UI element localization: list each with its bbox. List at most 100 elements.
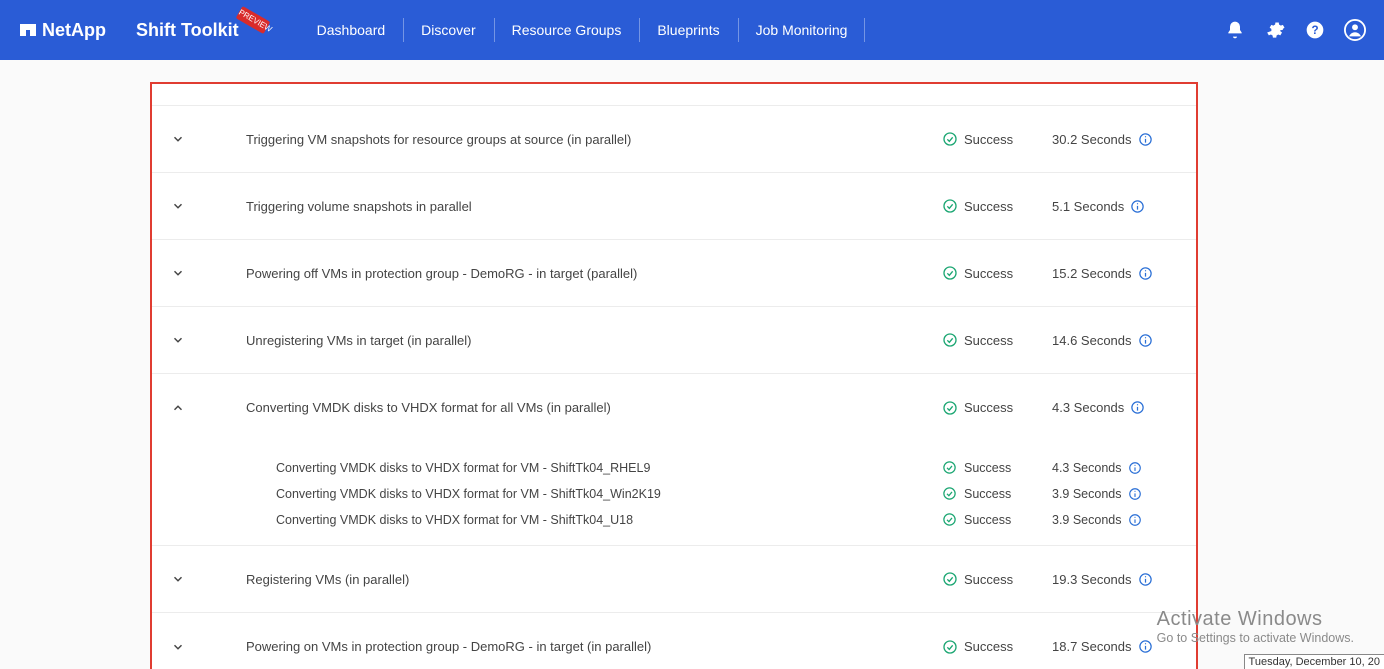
duration-text: 5.1 Seconds — [1052, 199, 1124, 214]
chevron-down-icon[interactable] — [168, 199, 188, 213]
substep-status: Success — [942, 460, 1052, 476]
status-text: Success — [964, 333, 1013, 348]
status-text: Success — [964, 513, 1011, 527]
check-circle-icon — [942, 571, 958, 587]
sub-step-group: Converting VMDK disks to VHDX format for… — [152, 441, 1196, 546]
check-circle-icon — [942, 460, 958, 476]
table-row: Converting VMDK disks to VHDX format for… — [152, 507, 1196, 533]
info-icon[interactable] — [1138, 266, 1153, 281]
bell-icon[interactable] — [1224, 19, 1246, 41]
table-row[interactable]: Converting VMDK disks to VHDX format for… — [152, 374, 1196, 441]
status-text: Success — [964, 487, 1011, 501]
help-icon[interactable]: ? — [1304, 19, 1326, 41]
step-label: Triggering VM snapshots for resource gro… — [188, 132, 942, 147]
system-clock-tooltip: Tuesday, December 10, 20 — [1244, 654, 1384, 669]
check-circle-icon — [942, 486, 958, 502]
step-status: Success — [942, 400, 1052, 416]
duration-text: 3.9 Seconds — [1052, 513, 1122, 527]
top-navigation: NetApp Shift Toolkit PREVIEW Dashboard D… — [0, 0, 1384, 60]
substep-label: Converting VMDK disks to VHDX format for… — [188, 487, 942, 501]
step-label: Registering VMs (in parallel) — [188, 572, 942, 587]
substep-label: Converting VMDK disks to VHDX format for… — [188, 461, 942, 475]
info-icon[interactable] — [1128, 487, 1143, 502]
user-icon[interactable] — [1344, 19, 1366, 41]
info-icon[interactable] — [1138, 639, 1153, 654]
duration-text: 4.3 Seconds — [1052, 461, 1122, 475]
info-icon[interactable] — [1130, 199, 1145, 214]
chevron-down-icon[interactable] — [168, 266, 188, 280]
nav-discover[interactable]: Discover — [403, 0, 493, 60]
status-text: Success — [964, 400, 1013, 415]
nav-job-monitoring[interactable]: Job Monitoring — [738, 0, 866, 60]
info-icon[interactable] — [1130, 400, 1145, 415]
table-row — [152, 84, 1196, 106]
company-name: NetApp — [42, 20, 106, 41]
gear-icon[interactable] — [1264, 19, 1286, 41]
nav-label: Dashboard — [317, 22, 386, 38]
step-label: Converting VMDK disks to VHDX format for… — [188, 400, 942, 415]
info-icon[interactable] — [1128, 513, 1143, 528]
step-status: Success — [942, 332, 1052, 348]
step-duration: 14.6 Seconds — [1052, 333, 1182, 348]
info-icon[interactable] — [1128, 461, 1143, 476]
table-row[interactable]: Powering on VMs in protection group - De… — [152, 613, 1196, 669]
step-duration: 4.3 Seconds — [1052, 400, 1182, 415]
check-circle-icon — [942, 512, 958, 528]
step-duration: 15.2 Seconds — [1052, 266, 1182, 281]
step-status: Success — [942, 198, 1052, 214]
status-text: Success — [964, 639, 1013, 654]
app-title-block: Shift Toolkit PREVIEW — [136, 20, 271, 41]
nav-label: Job Monitoring — [756, 22, 848, 38]
nav-dashboard[interactable]: Dashboard — [299, 0, 404, 60]
table-row[interactable]: Triggering volume snapshots in parallel … — [152, 173, 1196, 240]
table-row: Converting VMDK disks to VHDX format for… — [152, 455, 1196, 481]
duration-text: 19.3 Seconds — [1052, 572, 1132, 587]
nav-resource-groups[interactable]: Resource Groups — [494, 0, 640, 60]
substep-duration: 3.9 Seconds — [1052, 487, 1182, 502]
step-label: Triggering volume snapshots in parallel — [188, 199, 942, 214]
chevron-up-icon[interactable] — [168, 401, 188, 415]
preview-badge: PREVIEW — [235, 6, 270, 34]
brand-block: NetApp — [20, 20, 106, 41]
step-status: Success — [942, 571, 1052, 587]
nav-label: Resource Groups — [512, 22, 622, 38]
primary-nav: Dashboard Discover Resource Groups Bluep… — [299, 0, 866, 60]
top-right-icons: ? — [1224, 19, 1366, 41]
status-text: Success — [964, 461, 1011, 475]
step-duration: 18.7 Seconds — [1052, 639, 1182, 654]
svg-text:?: ? — [1311, 24, 1318, 37]
substep-status: Success — [942, 486, 1052, 502]
content-area: Triggering VM snapshots for resource gro… — [0, 60, 1384, 669]
table-row[interactable]: Powering off VMs in protection group - D… — [152, 240, 1196, 307]
step-status: Success — [942, 639, 1052, 655]
chevron-down-icon[interactable] — [168, 572, 188, 586]
status-text: Success — [964, 572, 1013, 587]
info-icon[interactable] — [1138, 333, 1153, 348]
duration-text: 15.2 Seconds — [1052, 266, 1132, 281]
check-circle-icon — [942, 332, 958, 348]
check-circle-icon — [942, 400, 958, 416]
info-icon[interactable] — [1138, 572, 1153, 587]
info-icon[interactable] — [1138, 132, 1153, 147]
nav-label: Discover — [421, 22, 475, 38]
step-duration: 30.2 Seconds — [1052, 132, 1182, 147]
chevron-down-icon[interactable] — [168, 640, 188, 654]
duration-text: 18.7 Seconds — [1052, 639, 1132, 654]
nav-blueprints[interactable]: Blueprints — [639, 0, 737, 60]
status-text: Success — [964, 199, 1013, 214]
table-row[interactable]: Unregistering VMs in target (in parallel… — [152, 307, 1196, 374]
check-circle-icon — [942, 639, 958, 655]
job-steps-panel: Triggering VM snapshots for resource gro… — [150, 82, 1198, 669]
status-text: Success — [964, 266, 1013, 281]
substep-label: Converting VMDK disks to VHDX format for… — [188, 513, 942, 527]
substep-status: Success — [942, 512, 1052, 528]
nav-label: Blueprints — [657, 22, 719, 38]
check-circle-icon — [942, 265, 958, 281]
substep-duration: 4.3 Seconds — [1052, 461, 1182, 476]
chevron-down-icon[interactable] — [168, 333, 188, 347]
step-status: Success — [942, 131, 1052, 147]
step-duration: 5.1 Seconds — [1052, 199, 1182, 214]
chevron-down-icon[interactable] — [168, 132, 188, 146]
table-row[interactable]: Registering VMs (in parallel) Success 19… — [152, 546, 1196, 613]
table-row[interactable]: Triggering VM snapshots for resource gro… — [152, 106, 1196, 173]
